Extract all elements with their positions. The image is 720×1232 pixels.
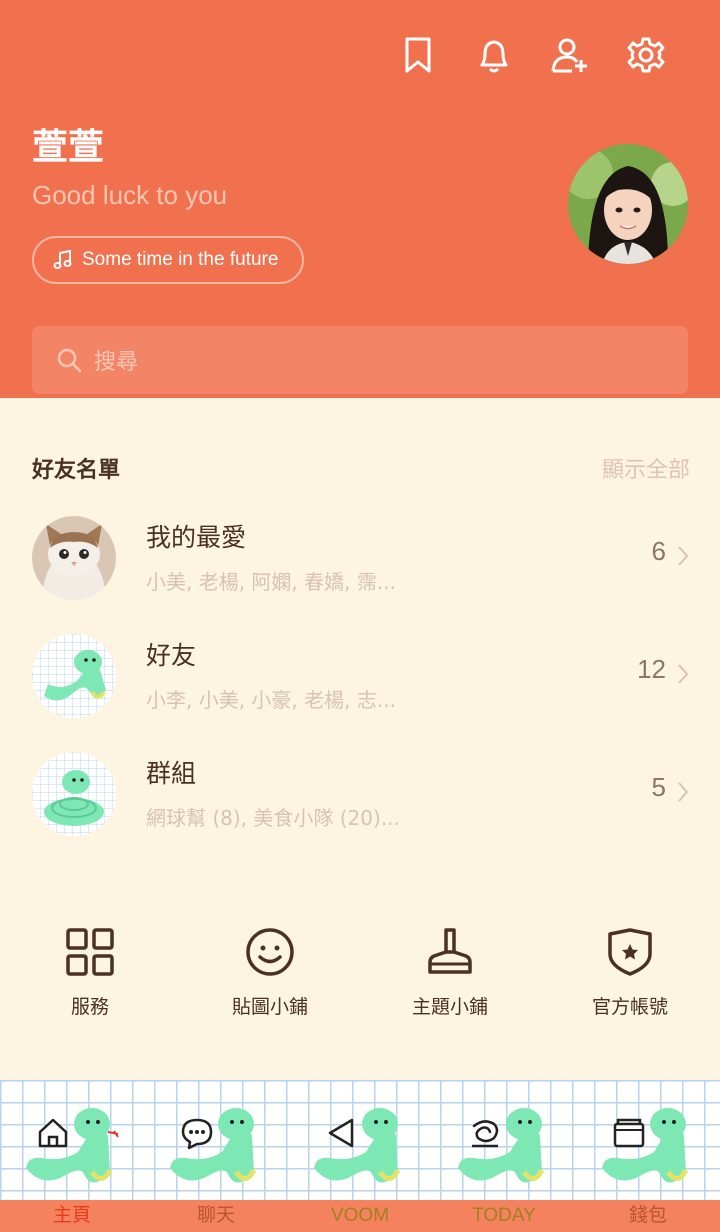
show-all-link[interactable]: 顯示全部: [602, 452, 690, 484]
friend-group-groups[interactable]: 群組 網球幫 (8), 美食小隊 (20)... 5: [0, 738, 720, 848]
profile-name[interactable]: 萱萱: [32, 118, 104, 170]
today-icon: [472, 1120, 499, 1148]
profile-avatar[interactable]: [568, 144, 688, 264]
friend-group-members: 網球幫 (8), 美食小隊 (20)...: [146, 806, 400, 830]
friend-list-title: 好友名單: [32, 458, 121, 483]
friend-group-members: 小李, 小美, 小豪, 老楊, 志...: [146, 688, 396, 712]
add-friend-icon[interactable]: [532, 32, 608, 78]
service-shortcuts: 服務 貼圖小鋪 主題小鋪 官方帳號: [0, 920, 720, 1040]
service-label: 貼圖小鋪: [231, 996, 308, 1018]
bookmark-icon[interactable]: [380, 32, 456, 78]
header-toolbar: [380, 32, 684, 78]
profile-header: 萱萱 Good luck to you Some time in the fut…: [0, 0, 720, 398]
service-label: 服務: [70, 996, 109, 1018]
friend-group-count: 5: [651, 772, 666, 802]
friend-group-friends[interactable]: 好友 小李, 小美, 小豪, 老楊, 志... 12: [0, 620, 720, 730]
theme-shop-button[interactable]: 主題小鋪: [360, 920, 540, 1040]
sticker-shop-button[interactable]: 貼圖小鋪: [180, 920, 360, 1040]
search-placeholder: 搜尋: [94, 350, 139, 375]
wallet-icon: [613, 1118, 645, 1148]
service-label: 主題小鋪: [411, 996, 488, 1018]
shield-star-icon: [608, 928, 652, 976]
chevron-right-icon: [678, 546, 689, 566]
tab-home-label[interactable]: 主頁: [0, 1200, 144, 1232]
friend-group-title: 群組: [146, 759, 197, 788]
tab-today-label[interactable]: TODAY: [432, 1200, 576, 1232]
friend-group-count: 12: [637, 654, 666, 684]
grid-icon: [66, 928, 114, 976]
tab-wallet-label[interactable]: 錢包: [576, 1200, 720, 1232]
gear-icon[interactable]: [608, 32, 684, 78]
tab-voom-label[interactable]: VOOM: [288, 1200, 432, 1232]
profile-music-button[interactable]: Some time in the future: [32, 236, 305, 284]
groups-avatar: [32, 752, 116, 836]
profile-music-label: Some time in the future: [82, 249, 279, 270]
favorites-avatar: [32, 516, 116, 600]
home-icon: [38, 1118, 68, 1148]
chevron-right-icon: [678, 664, 689, 684]
search-icon: [57, 348, 82, 373]
friend-group-count: 6: [651, 536, 666, 566]
brush-icon: [428, 928, 472, 974]
friend-group-favorites[interactable]: 我的最愛 小美, 老楊, 阿嫻, 春嬌, 霈... 6: [0, 502, 720, 612]
chat-icon: [181, 1118, 213, 1150]
friends-avatar: [32, 634, 116, 718]
service-label: 官方帳號: [591, 996, 668, 1018]
official-account-button[interactable]: 官方帳號: [540, 920, 720, 1040]
chevron-right-icon: [678, 782, 689, 802]
friend-group-title: 我的最愛: [146, 523, 247, 552]
profile-status-message[interactable]: Good luck to you: [32, 180, 227, 211]
bell-icon[interactable]: [456, 32, 532, 78]
service-button[interactable]: 服務: [0, 920, 180, 1040]
friend-group-title: 好友: [146, 641, 197, 670]
smiley-icon: [246, 928, 294, 976]
voom-icon: [328, 1118, 354, 1148]
music-note-icon: [53, 249, 72, 269]
search-input[interactable]: 搜尋: [32, 326, 688, 394]
bottom-navigation-labels: 主頁 聊天 VOOM TODAY 錢包: [0, 1200, 720, 1232]
friend-group-members: 小美, 老楊, 阿嫻, 春嬌, 霈...: [146, 570, 396, 594]
tab-chat-label[interactable]: 聊天: [144, 1200, 288, 1232]
